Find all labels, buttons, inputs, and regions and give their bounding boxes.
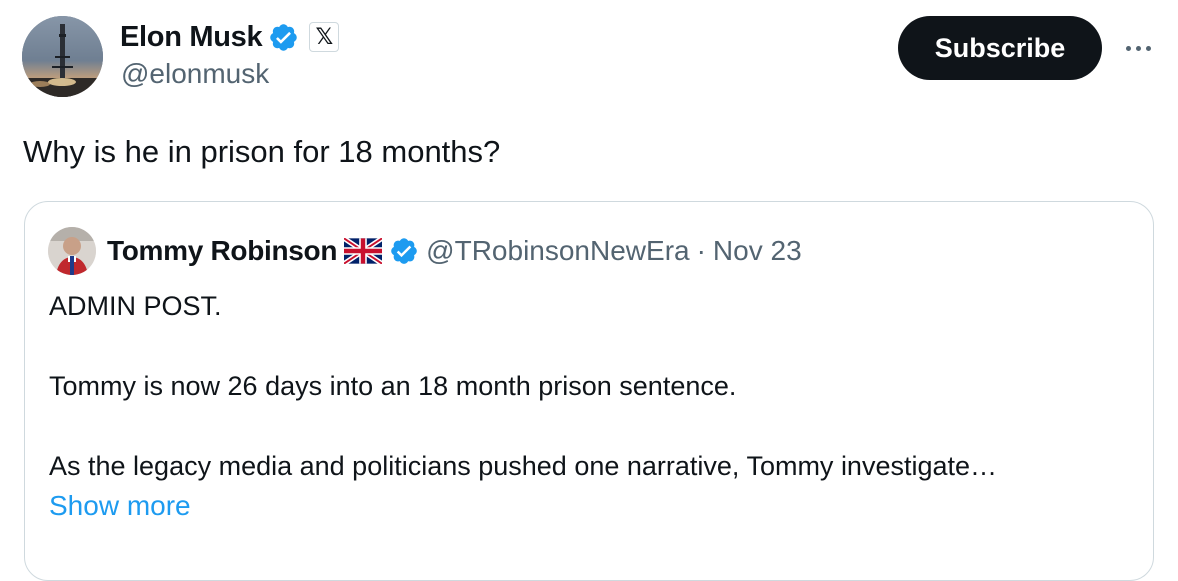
more-dot: [1125, 45, 1131, 51]
author-avatar[interactable]: [22, 16, 103, 97]
quoted-tweet-line: ADMIN POST.: [49, 291, 222, 321]
author-handle[interactable]: @elonmusk: [121, 58, 269, 90]
quoted-author-avatar[interactable]: [48, 227, 96, 275]
quoted-tweet-header: Tommy Robinson @TRobinsonNewEra · Nov 23: [107, 230, 802, 272]
quoted-author-name[interactable]: Tommy Robinson: [107, 235, 337, 267]
quoted-tweet-card[interactable]: Tommy Robinson @TRobinsonNewEra · Nov 23…: [24, 201, 1154, 581]
quoted-tweet-date[interactable]: Nov 23: [713, 235, 802, 267]
separator-dot: ·: [696, 235, 706, 266]
author-display-name[interactable]: Elon Musk: [120, 21, 263, 54]
verified-badge-icon[interactable]: [268, 22, 299, 53]
tweet-text: Why is he in prison for 18 months?: [23, 134, 501, 169]
more-dot: [1135, 45, 1141, 51]
quoted-tweet-line: Tommy is now 26 days into an 18 month pr…: [49, 371, 737, 401]
quoted-tweet-line: As the legacy media and politicians push…: [49, 451, 998, 481]
verified-badge-icon[interactable]: [389, 236, 419, 266]
author-name-row: Elon Musk 𝕏: [120, 17, 340, 57]
show-more-link[interactable]: Show more: [49, 486, 997, 526]
quoted-author-handle[interactable]: @TRobinsonNewEra: [426, 235, 689, 267]
more-dot: [1145, 45, 1151, 51]
more-horizontal-icon[interactable]: [1118, 30, 1158, 66]
uk-flag-icon: [342, 236, 384, 266]
quoted-tweet-body: ADMIN POST. Tommy is now 26 days into an…: [49, 286, 997, 526]
x-logo-glyph: 𝕏: [315, 24, 334, 49]
x-logo-icon[interactable]: 𝕏: [309, 22, 340, 52]
subscribe-button[interactable]: Subscribe: [898, 16, 1102, 80]
